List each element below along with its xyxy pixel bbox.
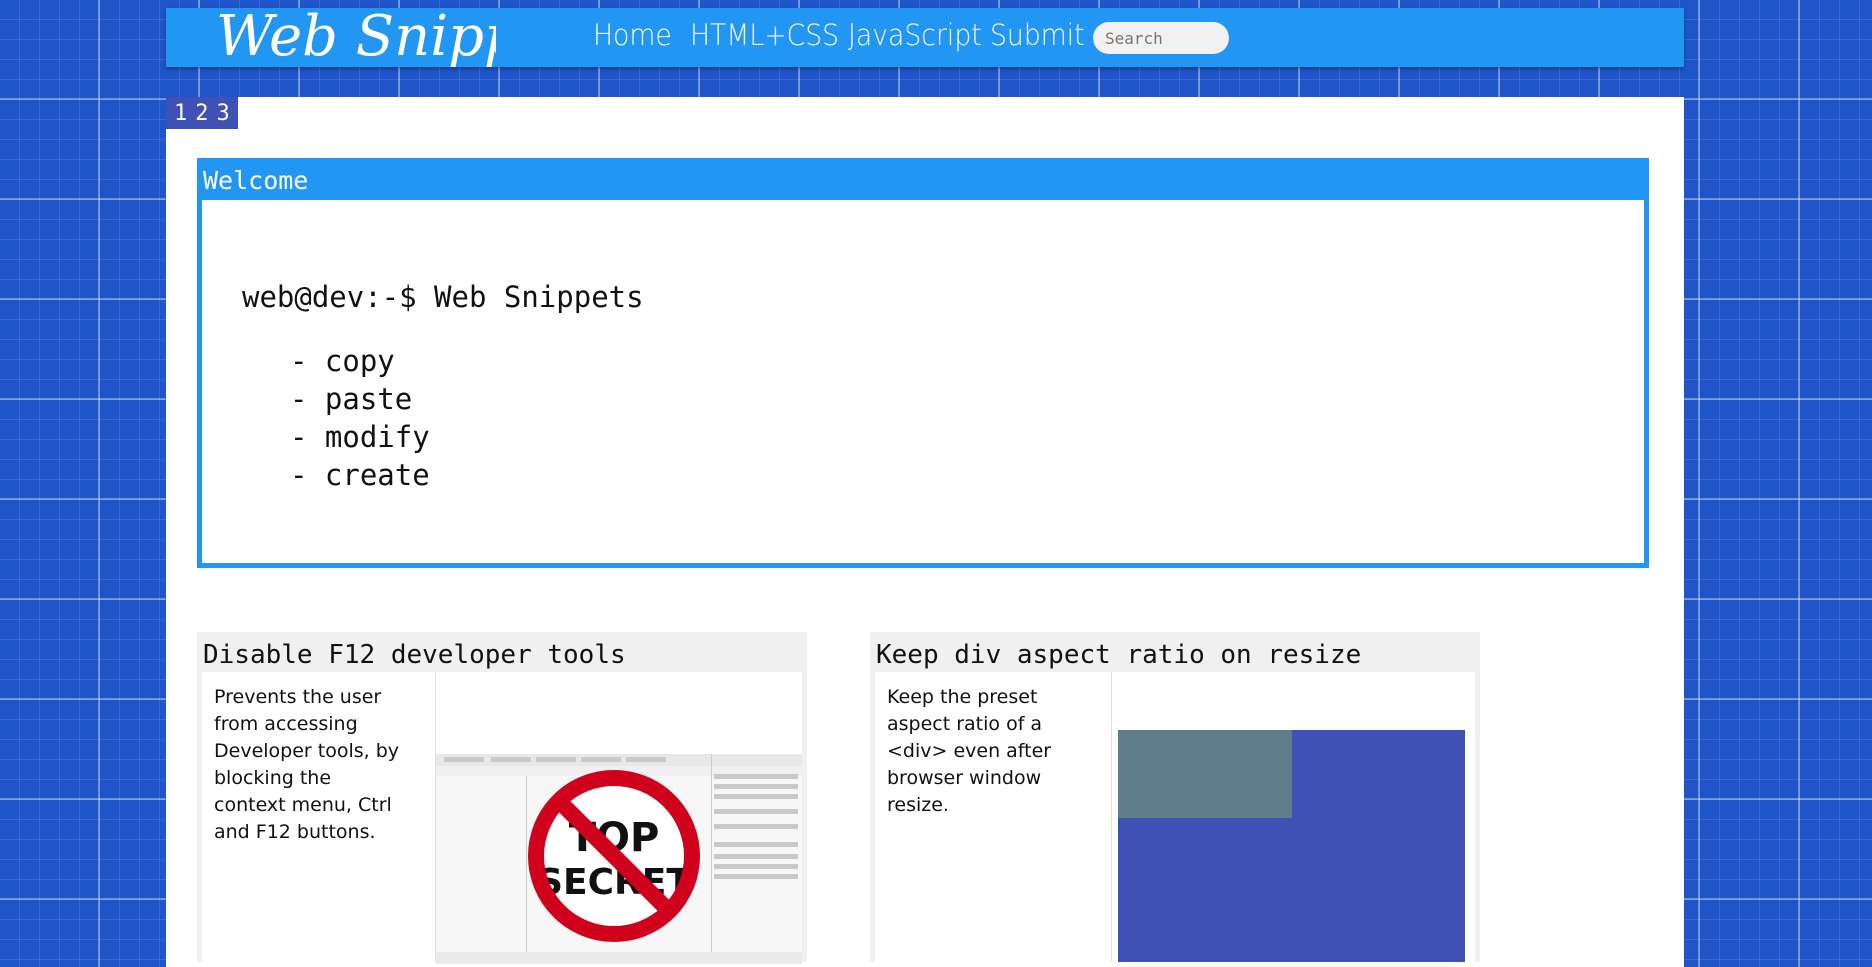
welcome-item-create: - create (290, 458, 430, 492)
nav-home[interactable]: Home (593, 18, 679, 52)
nav-html-css[interactable]: HTML+CSS (690, 18, 852, 52)
welcome-item-paste: - paste (290, 382, 413, 416)
nav-javascript-label: JavaScript (848, 18, 982, 52)
snippet-card-body: Prevents the user from accessing Develop… (202, 672, 802, 964)
nav-html-css-label: HTML+CSS (690, 18, 840, 52)
site-logo[interactable]: Web Snippets (216, 0, 496, 90)
devtools-screenshot-image: TOP SECRET (436, 754, 802, 964)
page-link-2[interactable]: 2 (191, 101, 212, 126)
page-link-1[interactable]: 1 (170, 101, 191, 126)
pagination: 1 2 3 (166, 97, 238, 129)
snippet-card-title[interactable]: Disable F12 developer tools (203, 640, 626, 670)
logo-image: Web Snippets (216, 4, 496, 69)
aspect-ratio-demo-outer (1118, 730, 1465, 962)
welcome-panel: Welcome web@dev:-$ Web Snippets - copy -… (197, 158, 1649, 568)
secret-text: SECRET (537, 862, 691, 903)
nav-submit-label: Submit (990, 18, 1085, 52)
search-input[interactable] (1093, 22, 1229, 54)
snippet-card-aspect-ratio[interactable]: Keep div aspect ratio on resize Keep the… (870, 632, 1480, 962)
welcome-item-modify: - modify (290, 420, 430, 454)
snippet-card-disable-f12[interactable]: Disable F12 developer tools Prevents the… (197, 632, 807, 964)
snippet-card-title[interactable]: Keep div aspect ratio on resize (876, 640, 1361, 670)
snippet-card-description: Prevents the user from accessing Develop… (214, 686, 400, 843)
snippet-card-description: Keep the preset aspect ratio of a <div> … (887, 686, 1052, 816)
card-divider (1111, 672, 1112, 962)
terminal-prompt: web@dev:-$ Web Snippets (242, 280, 644, 314)
page-link-3[interactable]: 3 (213, 101, 234, 126)
aspect-ratio-demo-inner (1118, 730, 1292, 818)
welcome-body: web@dev:-$ Web Snippets - copy - paste -… (202, 200, 1644, 563)
nav-home-label: Home (593, 18, 672, 52)
snippet-card-body: Keep the preset aspect ratio of a <div> … (875, 672, 1475, 962)
nav-submit[interactable]: Submit (990, 18, 1093, 52)
nav-javascript[interactable]: JavaScript (848, 18, 993, 52)
welcome-item-copy: - copy (290, 344, 395, 378)
welcome-title: Welcome (203, 166, 309, 195)
logo-text: Web Snippets (216, 4, 496, 69)
